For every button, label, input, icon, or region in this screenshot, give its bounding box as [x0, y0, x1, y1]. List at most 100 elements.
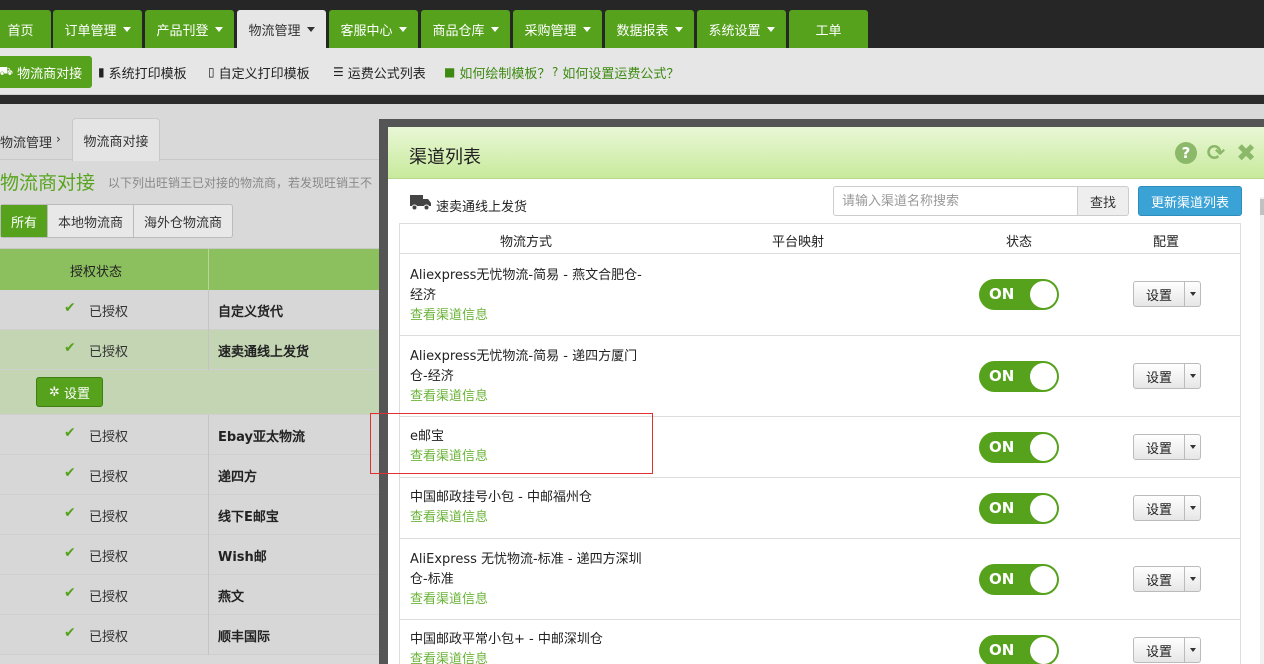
check-icon: ✔ [64, 425, 76, 441]
caret-down-icon [306, 26, 315, 32]
chevron-down-icon[interactable] [1185, 282, 1200, 306]
auth-status: 已授权 [89, 550, 129, 565]
chevron-down-icon[interactable] [1185, 364, 1200, 388]
column-header-auth: 授权状态 [70, 265, 123, 280]
config-split-button[interactable]: 设置 [1133, 495, 1201, 521]
config-split-button[interactable]: 设置 [1133, 434, 1201, 460]
nav-tab-home[interactable]: 首页 [0, 10, 51, 48]
subnav-logistics-connect[interactable]: ⛟ 物流商对接 [0, 56, 93, 88]
bookmark-outline-icon: ▯ [208, 65, 215, 79]
close-icon[interactable]: ✖ [1235, 139, 1257, 167]
config-button-label[interactable]: 设置 [1134, 567, 1185, 591]
subnav-how-draw-template[interactable]: ■ 如何绘制模板？ [444, 56, 550, 88]
toggle-label: ON [989, 570, 1015, 588]
caret-down-icon [490, 26, 499, 32]
chevron-right-icon: › [56, 132, 61, 146]
channel-row: Aliexpress无忧物流-简易 - 递四方厦门仓-经济 查看渠道信息 ON 设… [400, 336, 1240, 417]
nav-tab-label: 工单 [815, 23, 842, 39]
breadcrumb-root[interactable]: 物流管理 [0, 132, 52, 151]
config-split-button[interactable]: 设置 [1133, 637, 1201, 663]
column-divider [208, 290, 209, 330]
view-channel-info-link[interactable]: 查看渠道信息 [410, 590, 650, 610]
nav-tab-tickets[interactable]: 工单 [789, 10, 868, 48]
subnav-how-set-formula[interactable]: ? 如何设置运费公式？ [552, 56, 679, 88]
nav-tab-customer-service[interactable]: 客服中心 [329, 10, 418, 48]
provider-name: 递四方 [218, 470, 258, 485]
list-icon: ☰ [333, 65, 344, 79]
help-icon[interactable]: ? [1175, 142, 1197, 164]
config-button-label[interactable]: 设置 [1134, 364, 1185, 388]
filter-overseas[interactable]: 海外仓物流商 [134, 205, 232, 237]
filter-local[interactable]: 本地物流商 [48, 205, 135, 237]
nav-tab-reports[interactable]: 数据报表 [605, 10, 694, 48]
config-split-button[interactable]: 设置 [1133, 566, 1201, 592]
table-row: ✔ 已授权 递四方 [0, 455, 400, 495]
provider-table: 授权状态 ✔ 已授权 自定义货代 ✔ 已授权 速卖通线上发货 ✲ 设置 ✔ 已授权 Ebay亚… [0, 248, 400, 655]
status-toggle[interactable]: ON [979, 564, 1059, 595]
channel-name-cell: 中国邮政挂号小包 - 中邮福州仓 查看渠道信息 [410, 488, 650, 528]
status-toggle[interactable]: ON [979, 361, 1059, 392]
config-split-button[interactable]: 设置 [1133, 363, 1201, 389]
config-button-label[interactable]: 设置 [1134, 638, 1185, 662]
refresh-icon[interactable]: ⟳ [1205, 141, 1227, 166]
status-toggle[interactable]: ON [979, 635, 1059, 664]
page-title: 物流商对接 [0, 172, 96, 194]
status-toggle[interactable]: ON [979, 493, 1059, 524]
nav-tab-label: 产品刊登 [156, 23, 209, 39]
nav-tab-settings[interactable]: 系统设置 [697, 10, 786, 48]
subnav-freight-formula-list[interactable]: ☰ 运费公式列表 [333, 56, 426, 88]
channel-search-input[interactable] [833, 186, 1078, 216]
config-split-button[interactable]: 设置 [1133, 281, 1201, 307]
subnav-custom-print-template[interactable]: ▯ 自定义打印模板 [208, 56, 310, 88]
bookmark-icon: ▮ [98, 65, 105, 79]
status-toggle[interactable]: ON [979, 279, 1059, 310]
filter-all[interactable]: 所有 [1, 205, 49, 237]
channel-row: AliExpress 无忧物流-标准 - 递四方深圳仓-标准 查看渠道信息 ON … [400, 539, 1240, 620]
column-divider [208, 495, 209, 535]
config-button-label[interactable]: 设置 [1134, 282, 1185, 306]
caret-down-icon [398, 26, 407, 32]
config-button-label[interactable]: 设置 [1134, 496, 1185, 520]
caret-down-icon [122, 26, 131, 32]
table-row-actions: ✲ 设置 [0, 370, 400, 415]
chevron-down-icon[interactable] [1185, 435, 1200, 459]
settings-button[interactable]: ✲ 设置 [36, 377, 103, 407]
modal-header: 渠道列表 ? ⟳ ✖ [388, 127, 1264, 179]
table-row: ✔ 已授权 顺丰国际 [0, 615, 400, 655]
view-channel-info-link[interactable]: 查看渠道信息 [410, 387, 650, 407]
check-icon: ✔ [64, 340, 76, 356]
chevron-down-icon[interactable] [1185, 638, 1200, 662]
column-header-config: 配置 [1153, 235, 1180, 250]
table-header: 授权状态 [0, 248, 400, 291]
subnav-label: 物流商对接 [17, 66, 83, 82]
nav-tab-label: 系统设置 [708, 23, 761, 39]
view-channel-info-link[interactable]: 查看渠道信息 [410, 306, 650, 326]
check-icon: ✔ [64, 300, 76, 316]
provider-name: 速卖通线上发货 [218, 345, 310, 360]
subnav-label: 如何绘制模板？ [459, 66, 551, 82]
chevron-down-icon[interactable] [1185, 496, 1200, 520]
check-icon: ✔ [64, 465, 76, 481]
chevron-down-icon[interactable] [1185, 567, 1200, 591]
view-channel-info-link[interactable]: 查看渠道信息 [410, 650, 650, 664]
nav-tab-purchasing[interactable]: 采购管理 [513, 10, 602, 48]
auth-status: 已授权 [89, 430, 129, 445]
provider-name: 线下E邮宝 [218, 510, 279, 525]
settings-button-label: 设置 [63, 386, 90, 402]
nav-tab-logistics[interactable]: 物流管理 [237, 10, 326, 48]
breadcrumb-current-tab[interactable]: 物流商对接 [72, 118, 160, 161]
table-row: ✔ 已授权 速卖通线上发货 [0, 330, 400, 370]
question-circle-icon: ? [552, 65, 559, 79]
scrollbar-thumb[interactable] [1260, 199, 1264, 215]
nav-tab-listing[interactable]: 产品刊登 [145, 10, 234, 48]
table-row: ✔ 已授权 线下E邮宝 [0, 495, 400, 535]
update-channel-list-button[interactable]: 更新渠道列表 [1138, 186, 1242, 216]
status-toggle[interactable]: ON [979, 432, 1059, 463]
search-button[interactable]: 查找 [1077, 186, 1129, 216]
subnav-system-print-template[interactable]: ▮ 系统打印模板 [98, 56, 187, 88]
nav-tab-orders[interactable]: 订单管理 [53, 10, 142, 48]
modal-scrollbar[interactable] [1260, 197, 1264, 664]
config-button-label[interactable]: 设置 [1134, 435, 1185, 459]
view-channel-info-link[interactable]: 查看渠道信息 [410, 508, 650, 528]
nav-tab-warehouse[interactable]: 商品仓库 [421, 10, 510, 48]
